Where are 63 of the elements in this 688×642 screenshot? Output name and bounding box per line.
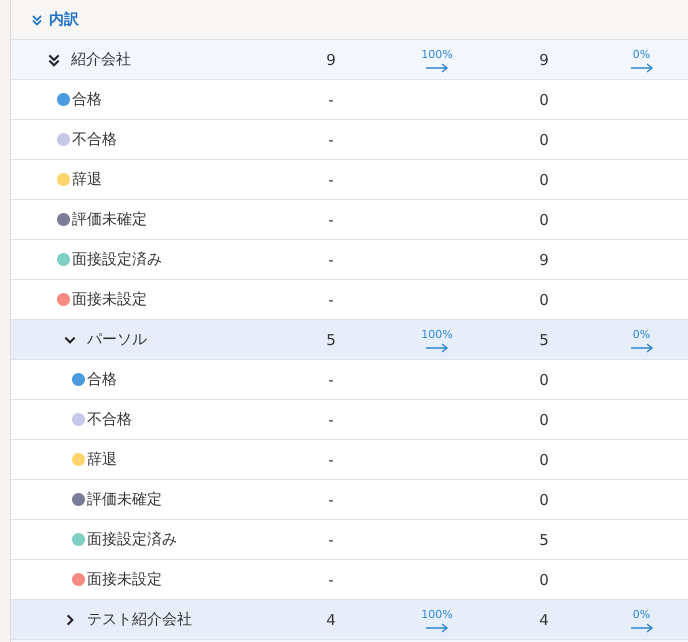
count-cell-text: -: [327, 370, 335, 388]
rate-label: 0%: [632, 48, 650, 61]
count-cell-text: 4: [538, 610, 550, 628]
count-cell-text: 0: [538, 90, 550, 108]
count-cell-text: -: [327, 210, 335, 228]
double-chevron-down-icon: [47, 52, 61, 66]
count-cell-text: 9: [538, 50, 550, 68]
count-cell-text: 0: [538, 490, 550, 508]
status-label: 辞退: [72, 170, 102, 189]
status-label: 不合格: [87, 410, 132, 429]
count-cell-text: 5: [538, 530, 550, 548]
arrow-right-icon: [425, 623, 449, 633]
count-cell-text: 5: [538, 330, 550, 348]
arrow-right-icon: [630, 343, 654, 353]
count-cell-text: -: [327, 250, 335, 268]
count-cell-text: 0: [538, 370, 550, 388]
double-chevron-down-icon: [31, 14, 43, 26]
rate-label: 0%: [632, 328, 650, 341]
section-toggle[interactable]: 内訳: [31, 10, 79, 29]
count-cell-text: 0: [538, 290, 550, 308]
group-name: テスト紹介会社: [87, 610, 192, 629]
rate-label: 100%: [421, 328, 453, 341]
status-label: 合格: [72, 90, 102, 109]
count-cell-text: 5: [325, 330, 337, 348]
count-cell-text: -: [327, 170, 335, 188]
count-cell-text: 0: [538, 170, 550, 188]
status-label: 面接設定済み: [72, 250, 162, 269]
rate-label: 0%: [632, 608, 650, 621]
group-name: 紹介会社: [71, 50, 131, 69]
group-row[interactable]: テスト紹介会社 4 100% 4 0%: [11, 600, 688, 640]
count-cell-text: 0: [538, 210, 550, 228]
arrow-right-icon: [425, 343, 449, 353]
status-label: 辞退: [87, 450, 117, 469]
count-cell-text: -: [327, 570, 335, 588]
count-cell-text: -: [327, 450, 335, 468]
rate-label: 100%: [421, 608, 453, 621]
expand-toggle[interactable]: [47, 52, 61, 66]
rate-label: 100%: [421, 48, 453, 61]
count-cell-text: 0: [538, 130, 550, 148]
count-cell-text: -: [327, 130, 335, 148]
status-label: 評価未確定: [87, 490, 162, 509]
status-label: 面接未設定: [87, 570, 162, 589]
count-cell-text: 0: [538, 570, 550, 588]
group-row[interactable]: パーソル 5 100% 5 0%: [11, 320, 688, 360]
group-name: パーソル: [87, 330, 147, 349]
count-cell-text: 9: [325, 50, 337, 68]
status-label: 面接未設定: [72, 290, 147, 309]
status-label: 不合格: [72, 130, 117, 149]
arrow-right-icon: [630, 623, 654, 633]
count-cell-text: 0: [538, 450, 550, 468]
status-label: 面接設定済み: [87, 530, 177, 549]
status-label: 合格: [87, 370, 117, 389]
arrow-right-icon: [630, 63, 654, 73]
count-cell-text: 9: [538, 250, 550, 268]
count-cell-text: -: [327, 490, 335, 508]
status-label: 評価未確定: [72, 210, 147, 229]
count-cell-text: -: [327, 290, 335, 308]
count-cell-text: -: [327, 410, 335, 428]
count-cell-text: -: [327, 530, 335, 548]
count-cell-text: -: [327, 90, 335, 108]
arrow-right-icon: [425, 63, 449, 73]
count-cell-text: 4: [325, 610, 337, 628]
count-cell-text: 0: [538, 410, 550, 428]
